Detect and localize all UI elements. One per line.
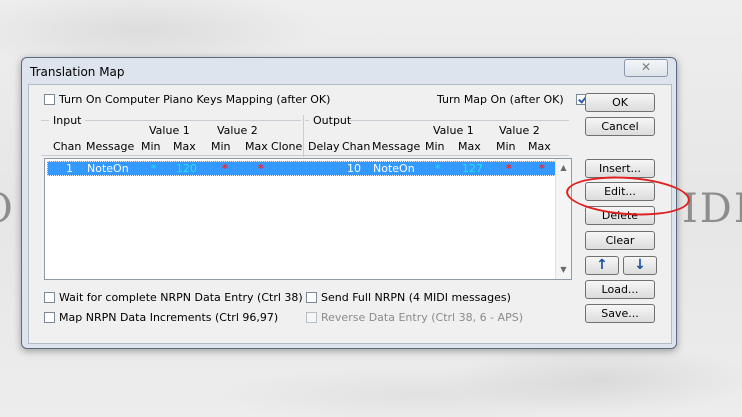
wait-nrpn-label: Wait for complete NRPN Data Entry (Ctrl … [59, 291, 303, 304]
header-bottom-line [41, 155, 569, 156]
output-value2-header: Value 2 [499, 124, 540, 137]
input-max1-header: Max [173, 140, 196, 153]
input-value2-header: Value 2 [217, 124, 258, 137]
insert-button[interactable]: Insert... [585, 159, 655, 178]
input-chan-header: Chan [53, 140, 82, 153]
output-chan-header: Chan [342, 140, 371, 153]
out-v1-max-cell: 127 [462, 162, 483, 175]
background-text-left: O [0, 186, 15, 232]
output-delay-header: Delay [308, 140, 340, 153]
out-message-cell: NoteOn [373, 162, 415, 175]
wait-nrpn-checkbox[interactable] [44, 292, 55, 303]
input-value1-header: Value 1 [149, 124, 190, 137]
load-button[interactable]: Load... [585, 280, 655, 299]
send-full-nrpn-checkbox[interactable] [306, 292, 317, 303]
output-value1-header: Value 1 [433, 124, 474, 137]
map-nrpn-label: Map NRPN Data Increments (Ctrl 96,97) [59, 311, 279, 324]
piano-keys-checkbox[interactable] [44, 94, 55, 105]
move-down-button[interactable]: ↓ [623, 256, 657, 275]
map-nrpn-option[interactable]: Map NRPN Data Increments (Ctrl 96,97) [44, 311, 278, 324]
save-button[interactable]: Save... [585, 304, 655, 323]
title-bar: Translation Map ✕ [22, 58, 676, 84]
ok-button[interactable]: OK [585, 93, 655, 112]
output-group-line [305, 120, 309, 121]
output-max2-header: Max [528, 140, 551, 153]
output-message-header: Message [372, 140, 421, 153]
arrow-up-icon: ↑ [596, 257, 608, 273]
reverse-data-label: Reverse Data Entry (Ctrl 38, 6 - APS) [321, 311, 523, 324]
close-button[interactable]: ✕ [624, 59, 668, 77]
output-min1-header: Min [425, 140, 445, 153]
output-max1-header: Max [458, 140, 481, 153]
delete-button[interactable]: Delete [585, 206, 655, 225]
piano-keys-option[interactable]: Turn On Computer Piano Keys Mapping (aft… [44, 93, 330, 106]
map-nrpn-checkbox[interactable] [44, 312, 55, 323]
list-scrollbar[interactable]: ▲ ▼ [555, 159, 571, 279]
scroll-down-icon[interactable]: ▼ [556, 263, 571, 277]
scroll-up-icon[interactable]: ▲ [556, 161, 571, 175]
output-min2-header: Min [496, 140, 516, 153]
in-v1-max-cell: 120 [176, 162, 197, 175]
output-group-label: Output [313, 114, 352, 127]
map-on-option[interactable]: Turn Map On (after OK) [437, 93, 587, 106]
out-chan-cell: 10 [347, 162, 361, 175]
in-v2-min-cell: * [222, 162, 228, 175]
clear-button[interactable]: Clear [585, 231, 655, 250]
in-v1-min-cell: * [151, 162, 157, 175]
translation-map-dialog: Translation Map ✕ Turn On Computer Piano… [21, 57, 677, 349]
translation-list[interactable]: 1 NoteOn * 120 * * 10 NoteOn * 127 * * ▲… [44, 158, 572, 280]
input-group-line [41, 120, 49, 121]
dialog-client: Turn On Computer Piano Keys Mapping (aft… [28, 84, 672, 344]
in-chan-cell: 1 [66, 162, 73, 175]
input-message-header: Message [86, 140, 135, 153]
out-v2-min-cell: * [506, 162, 512, 175]
input-min1-header: Min [141, 140, 161, 153]
close-icon: ✕ [640, 60, 652, 74]
background-text-right: IDI [682, 186, 742, 232]
input-group-label: Input [53, 114, 82, 127]
map-on-label: Turn Map On (after OK) [437, 93, 564, 106]
input-group-line [85, 120, 301, 121]
wait-nrpn-option[interactable]: Wait for complete NRPN Data Entry (Ctrl … [44, 291, 303, 304]
cancel-button[interactable]: Cancel [585, 117, 655, 136]
move-up-button[interactable]: ↑ [585, 256, 619, 275]
send-full-nrpn-option[interactable]: Send Full NRPN (4 MIDI messages) [306, 291, 511, 304]
in-v2-max-cell: * [258, 162, 264, 175]
arrow-down-icon: ↓ [634, 257, 646, 273]
input-min2-header: Min [211, 140, 231, 153]
input-max2-header: Max [245, 140, 268, 153]
reverse-data-checkbox [306, 312, 317, 323]
input-clone-header: Clone [271, 140, 303, 153]
output-group-line [349, 120, 569, 121]
group-divider [303, 115, 304, 157]
send-full-nrpn-label: Send Full NRPN (4 MIDI messages) [321, 291, 511, 304]
reverse-data-option: Reverse Data Entry (Ctrl 38, 6 - APS) [306, 311, 523, 324]
out-v1-min-cell: * [435, 162, 441, 175]
dialog-title: Translation Map [30, 65, 125, 79]
edit-button[interactable]: Edit... [585, 182, 655, 201]
piano-keys-label: Turn On Computer Piano Keys Mapping (aft… [59, 93, 331, 106]
table-row[interactable]: 1 NoteOn * 120 * * 10 NoteOn * 127 * * [47, 161, 557, 176]
in-message-cell: NoteOn [87, 162, 129, 175]
out-v2-max-cell: * [539, 162, 545, 175]
